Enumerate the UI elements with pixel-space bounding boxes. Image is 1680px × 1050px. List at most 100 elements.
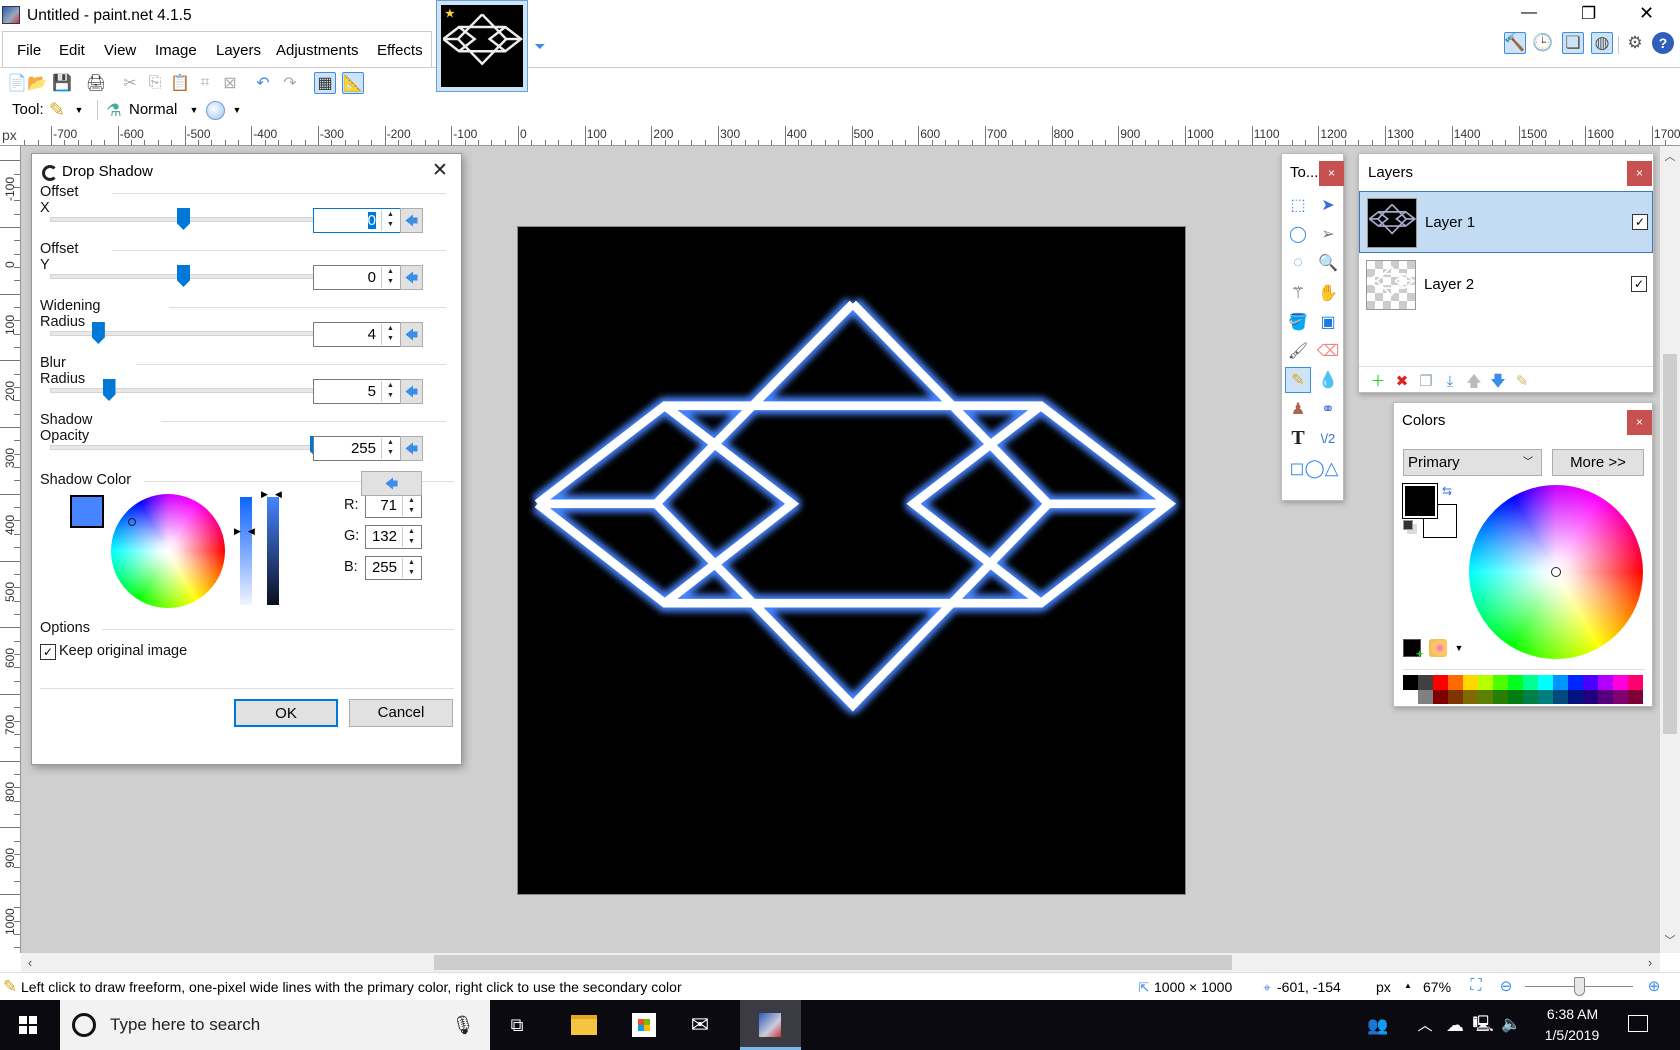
palette-swatch[interactable] <box>1403 690 1418 704</box>
shapes-tool[interactable]: ◻◯△ <box>1290 455 1339 481</box>
layer-properties-button[interactable]: ✎ <box>1512 371 1532 391</box>
vertical-scroll-thumb[interactable] <box>1663 354 1677 734</box>
zoom-to-window-icon[interactable]: ⛶ <box>1466 977 1486 995</box>
slider-track[interactable] <box>50 445 322 450</box>
image-canvas[interactable] <box>518 227 1185 894</box>
palette-swatch[interactable] <box>1553 675 1568 690</box>
saturation-slider-handle[interactable]: ▶◀ <box>234 526 262 537</box>
color-wheel-handle[interactable] <box>128 518 136 526</box>
palette-swatch[interactable] <box>1583 690 1598 704</box>
color-mode-select[interactable]: Primary ﹀ <box>1403 449 1542 476</box>
cut-button[interactable]: ✂ <box>119 72 141 94</box>
zoom-in-icon[interactable]: ⊕ <box>1645 977 1663 995</box>
cancel-button[interactable]: Cancel <box>349 699 453 727</box>
paste-button[interactable]: 📋 <box>169 72 191 94</box>
duplicate-layer-button[interactable]: ❐ <box>1416 371 1436 391</box>
menu-effects[interactable]: Effects <box>377 42 423 59</box>
menu-file[interactable]: File <box>17 42 41 59</box>
rgb-r-input[interactable]: 71 ▲ ▼ <box>365 494 422 518</box>
colors-panel-close-button[interactable]: × <box>1627 410 1652 435</box>
merge-layer-down-button[interactable]: ⤓ <box>1440 371 1460 391</box>
microphone-icon[interactable]: 🎙 <box>452 1014 475 1036</box>
palette-swatch[interactable] <box>1568 675 1583 690</box>
blend-dropdown-icon[interactable]: ▼ <box>188 104 200 116</box>
palette-swatch[interactable] <box>1403 675 1418 690</box>
ellipse-select-tool[interactable]: ◌ <box>1285 250 1311 276</box>
add-layer-button[interactable]: ＋ <box>1368 371 1388 391</box>
layer-visibility-checkbox[interactable]: ✓ <box>1631 276 1647 292</box>
close-button[interactable]: ✕ <box>1639 3 1654 24</box>
palette-swatch[interactable] <box>1463 690 1478 704</box>
slider-thumb[interactable] <box>91 322 105 344</box>
palette-swatch[interactable] <box>1598 690 1613 704</box>
scroll-left-icon[interactable]: ‹ <box>23 955 37 969</box>
palette-swatch[interactable] <box>1493 690 1508 704</box>
pencil-icon[interactable]: ✎ <box>46 99 68 121</box>
paint-net-taskbar-button[interactable] <box>740 1000 801 1050</box>
blend-mode-select[interactable]: Normal <box>129 101 177 118</box>
palette-swatch[interactable] <box>1523 690 1538 704</box>
ok-button[interactable]: OK <box>234 699 338 727</box>
keep-original-checkbox[interactable]: ✓ <box>40 644 56 660</box>
print-button[interactable]: 🖨 <box>85 72 107 94</box>
palette-swatch[interactable] <box>1613 690 1628 704</box>
move-selection-tool[interactable]: ➤ <box>1315 192 1341 218</box>
slider-value-input[interactable]: 5 ▲ ▼ <box>313 379 401 404</box>
help-button[interactable]: ? <box>1652 32 1674 54</box>
file-explorer-icon[interactable] <box>571 1015 597 1035</box>
palette-dropdown-icon[interactable]: ▼ <box>1454 643 1464 653</box>
layer-row[interactable]: Layer 1 ✓ <box>1359 191 1653 253</box>
zoom-tool[interactable]: 🔍 <box>1315 250 1341 276</box>
palette-swatch[interactable] <box>1508 675 1523 690</box>
tools-panel-close-button[interactable]: × <box>1319 161 1344 186</box>
layers-button[interactable]: ❏ <box>1562 32 1584 54</box>
palette-swatch[interactable] <box>1448 675 1463 690</box>
scroll-down-icon[interactable]: ﹀ <box>1663 934 1677 948</box>
spin-buttons[interactable]: ▲ ▼ <box>381 210 399 231</box>
palette-swatch[interactable] <box>1538 675 1553 690</box>
slider-thumb[interactable] <box>177 208 190 230</box>
spin-buttons[interactable]: ▲ ▼ <box>381 267 399 288</box>
paintbrush-tool[interactable]: 🖌 <box>1285 338 1311 364</box>
menu-layers[interactable]: Layers <box>216 42 261 59</box>
crop-button[interactable]: ⌗ <box>194 72 216 94</box>
history-button[interactable]: 🕒 <box>1532 32 1554 54</box>
primary-color-swatch[interactable] <box>1402 483 1438 519</box>
palette-swatch[interactable] <box>1433 675 1448 690</box>
palette-swatch[interactable] <box>1478 675 1493 690</box>
value-slider[interactable] <box>267 497 279 605</box>
slider-value-input[interactable]: 255 ▲ ▼ <box>313 436 401 461</box>
zoom-slider-thumb[interactable] <box>1574 977 1585 996</box>
search-box[interactable]: Type here to search 🎙 <box>60 1000 490 1050</box>
slider-thumb[interactable] <box>102 379 116 401</box>
palette-swatch[interactable] <box>1418 675 1433 690</box>
grid-button[interactable]: ▦ <box>314 72 336 94</box>
slider-track[interactable] <box>50 331 322 336</box>
saturation-slider[interactable] <box>240 497 252 605</box>
menu-edit[interactable]: Edit <box>59 42 85 59</box>
rectangle-select-tool[interactable]: ⬚ <box>1285 192 1311 218</box>
save-button[interactable]: 💾 <box>51 72 73 94</box>
palette-swatch[interactable] <box>1433 690 1448 704</box>
horizontal-scrollbar[interactable]: ‹ › <box>21 953 1660 972</box>
spin-buttons[interactable]: ▲ ▼ <box>402 496 420 516</box>
dialog-close-button[interactable]: ✕ <box>432 159 448 182</box>
clock-date[interactable]: 1/5/2019 <box>1543 1027 1601 1043</box>
palette-swatch[interactable] <box>1568 690 1583 704</box>
network-icon[interactable]: 🖳 <box>1472 1015 1494 1035</box>
add-to-palette-icon[interactable]: + <box>1403 639 1423 661</box>
recolor-tool[interactable]: ⚭ <box>1315 396 1341 422</box>
unit-select[interactable]: px <box>1376 979 1391 995</box>
mail-icon[interactable]: ✉ <box>687 1013 713 1037</box>
spin-buttons[interactable]: ▲ ▼ <box>381 324 399 345</box>
layers-panel-close-button[interactable]: × <box>1627 161 1652 186</box>
spin-buttons[interactable]: ▲ ▼ <box>381 438 399 459</box>
reset-value-button[interactable]: 🡄 <box>400 265 423 290</box>
pencil-tool[interactable]: ✎ <box>1285 367 1311 394</box>
copy-button[interactable]: ⎘ <box>144 72 166 94</box>
slider-track[interactable] <box>50 388 322 393</box>
lasso-select-tool[interactable]: ◯ <box>1285 221 1311 247</box>
new-button[interactable]: 📄 <box>6 72 28 94</box>
scroll-up-icon[interactable]: ︿ <box>1663 150 1677 164</box>
store-icon[interactable] <box>632 1013 656 1037</box>
